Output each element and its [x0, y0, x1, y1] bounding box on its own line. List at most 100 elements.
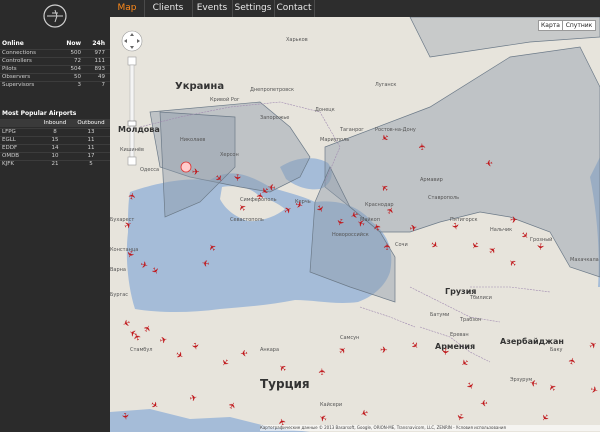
online-row-now: 504 [70, 66, 82, 72]
city-label: Николаев [180, 137, 206, 143]
city-label: Армавир [420, 177, 443, 183]
airport-icao: EGLL [2, 137, 16, 143]
city-label: Трабзон [460, 317, 482, 323]
online-row-now: 50 [74, 74, 81, 80]
aircraft-icon[interactable]: ✈ [534, 242, 545, 250]
aircraft-icon[interactable]: ✈ [383, 243, 393, 251]
online-row: Pilots 504 893 [0, 65, 110, 73]
city-label: Кайсери [320, 402, 343, 408]
airport-inbound: 8 [53, 129, 57, 135]
aircraft-icon[interactable]: ✈ [240, 347, 249, 358]
aircraft-icon[interactable]: ✈ [159, 335, 169, 347]
airport-icao: KJFK [2, 161, 14, 167]
airport-outbound: 5 [89, 161, 93, 167]
map-type-satellite-button[interactable]: Спутник [562, 20, 596, 31]
online-row-label: Pilots [2, 66, 17, 72]
online-row-label: Controllers [2, 58, 32, 64]
tab-clients[interactable]: Clients [144, 0, 193, 17]
aircraft-icon[interactable]: ✈ [529, 376, 538, 387]
vatsim-logo [43, 4, 67, 28]
tab-map[interactable]: Map [110, 0, 145, 17]
zoom-slider-track[interactable] [129, 64, 135, 158]
online-row-24h: 7 [101, 82, 106, 88]
tab-events[interactable]: Events [192, 0, 233, 17]
airport-row[interactable]: KJFK 21 5 [0, 160, 110, 168]
online-title: Online [2, 40, 24, 47]
aircraft-icon[interactable]: ✈ [484, 157, 493, 168]
online-row-24h: 49 [98, 74, 105, 80]
city-label: Ставрополь [428, 195, 460, 201]
map-copyright: Картографические данные © 2013 Basarsoft… [260, 425, 600, 431]
aircraft-icon[interactable]: ✈ [267, 181, 276, 192]
airport-marker[interactable] [180, 161, 192, 173]
city-label: Самсун [340, 335, 360, 341]
sidebar: Online Now 24h Connections 500 977 Controll… [0, 0, 110, 432]
online-row-24h: 977 [94, 50, 106, 56]
tab-settings[interactable]: Settings [232, 0, 275, 17]
online-row-label: Connections [2, 50, 36, 56]
aircraft-icon[interactable]: ✈ [192, 169, 200, 178]
online-row-24h: 893 [94, 66, 106, 72]
aircraft-icon[interactable]: ✈ [418, 142, 428, 150]
aircraft-icon[interactable]: ✈ [231, 173, 242, 181]
top-nav: Map Clients Events Settings Contact [110, 0, 600, 17]
airport-row[interactable]: EGLL 15 11 [0, 136, 110, 144]
popular-airports-header: Most Popular Airports [0, 110, 110, 118]
airport-outbound: 11 [87, 137, 95, 143]
city-label: Херсон [220, 152, 239, 158]
country-label: Молдова [118, 125, 160, 134]
zoom-in-button[interactable] [127, 56, 137, 66]
aircraft-icon[interactable]: ✈ [201, 256, 210, 267]
aircraft-icon[interactable]: ✈ [318, 368, 328, 376]
airport-row[interactable]: LFPG 8 13 [0, 128, 110, 136]
map-type-map-button[interactable]: Карта [538, 20, 563, 31]
aircraft-icon[interactable]: ✈ [189, 342, 200, 351]
airport-inbound: 14 [51, 145, 59, 151]
airport-row[interactable]: EDDF 14 11 [0, 144, 110, 152]
aircraft-icon[interactable]: ✈ [380, 346, 388, 356]
airport-inbound: 15 [51, 137, 59, 143]
online-row-label: Observers [2, 74, 31, 80]
airport-row[interactable]: OMDB 10 17 [0, 152, 110, 160]
airports-title: Most Popular Airports [2, 110, 77, 117]
city-label: Кривой Рог [210, 97, 240, 103]
airport-inbound: 10 [51, 153, 59, 159]
airport-icao: LFPG [2, 129, 16, 135]
online-row: Controllers 72 111 [0, 57, 110, 65]
aircraft-icon[interactable]: ✈ [449, 222, 460, 231]
city-label: Сочи [395, 242, 408, 248]
aircraft-icon[interactable]: ✈ [510, 216, 518, 226]
city-label: Луганск [375, 82, 397, 88]
city-label: Мариуполь [320, 137, 350, 143]
city-label: Кишинёв [120, 147, 144, 153]
country-label: Украина [175, 81, 225, 92]
aircraft-icon[interactable]: ✈ [189, 393, 199, 404]
aircraft-icon[interactable]: ✈ [256, 192, 267, 201]
airports-col-inbound: Inbound [43, 120, 67, 126]
aircraft-icon[interactable]: ✈ [480, 397, 488, 408]
city-label: Запорожье [260, 115, 290, 121]
city-label: Ереван [450, 332, 469, 338]
city-label: Севастополь [230, 217, 264, 223]
airports-table-head: Inbound Outbound [0, 119, 110, 127]
city-label: Тбилиси [470, 295, 492, 301]
aircraft-icon[interactable]: ✈ [119, 412, 130, 421]
online-col-now: Now [66, 40, 81, 47]
airports-col-outbound: Outbound [77, 120, 105, 126]
country-label: Турция [260, 377, 310, 391]
aircraft-icon[interactable]: ✈ [439, 347, 450, 356]
online-row: Connections 500 977 [0, 49, 110, 57]
online-row-24h: 111 [94, 58, 106, 64]
online-row: Supervisors 3 7 [0, 81, 110, 89]
aircraft-icon[interactable]: ✈ [409, 223, 419, 235]
tab-contact[interactable]: Contact [274, 0, 315, 17]
map-view[interactable]: Карта Спутник Украина Молдова Грузия Армения… [110, 17, 600, 432]
airport-outbound: 13 [87, 129, 95, 135]
online-row-now: 3 [77, 82, 82, 88]
online-stats-header: Online Now 24h [0, 40, 110, 48]
city-label: Баку [550, 347, 563, 353]
city-label: Донецк [315, 107, 335, 113]
zoom-out-button[interactable] [127, 156, 137, 166]
airport-inbound: 21 [51, 161, 59, 167]
city-label: Бургас [110, 292, 129, 298]
